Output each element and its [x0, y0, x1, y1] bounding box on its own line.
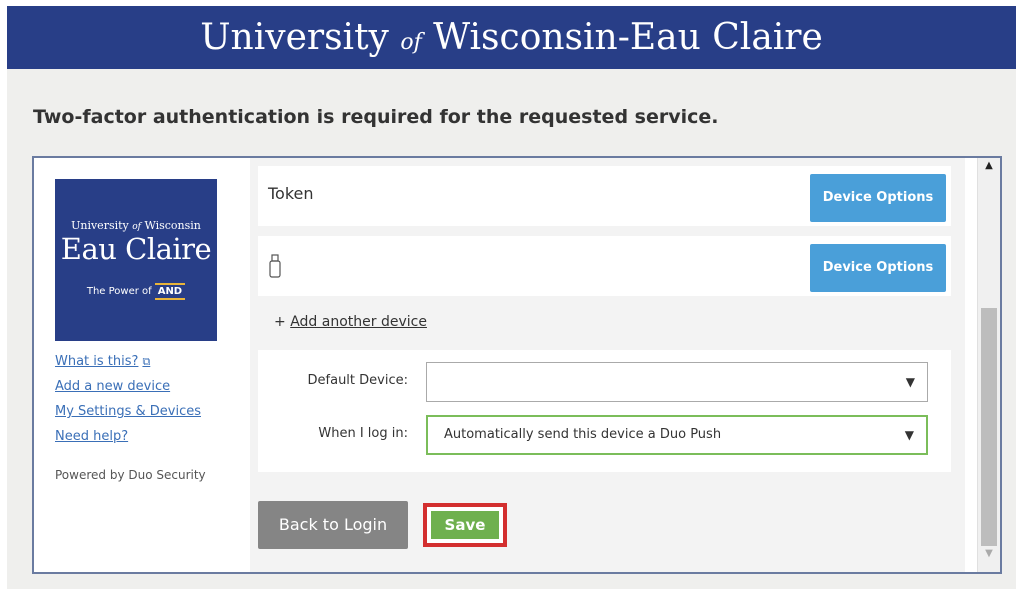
when-login-select[interactable]: Automatically send this device a Duo Pus… — [426, 415, 928, 455]
external-link-icon: ⧉ — [142, 355, 151, 368]
university-logo: University of Wisconsin Eau Claire The P… — [55, 179, 217, 341]
banner-title-of: of — [400, 30, 422, 55]
back-to-login-button[interactable]: Back to Login — [258, 501, 408, 549]
page-headline: Two-factor authentication is required fo… — [33, 106, 719, 128]
university-banner: University of Wisconsin-Eau Claire — [7, 6, 1016, 69]
add-new-device-link[interactable]: Add a new device — [55, 374, 201, 399]
logo-university: University — [71, 219, 129, 232]
logo-line-1: University of Wisconsin — [55, 219, 217, 232]
powered-by-duo: Powered by Duo Security — [55, 468, 206, 482]
sidebar-links: What is this? ⧉ Add a new device My Setti… — [55, 349, 201, 449]
what-is-this-label: What is this? — [55, 354, 139, 369]
vertical-scrollbar[interactable]: ▲ ▼ — [977, 158, 1000, 572]
save-highlight: Save — [423, 503, 507, 547]
device-options-button[interactable]: Device Options — [810, 244, 946, 292]
add-device-label: Add another device — [290, 314, 427, 330]
when-login-label: When I log in: — [318, 426, 408, 441]
add-device-plus: + — [274, 314, 286, 330]
what-is-this-link[interactable]: What is this? ⧉ — [55, 349, 201, 374]
logo-and: AND — [154, 283, 186, 300]
scroll-down-arrow-icon[interactable]: ▼ — [978, 548, 1000, 568]
when-login-value: Automatically send this device a Duo Pus… — [444, 427, 722, 442]
logo-wisconsin: Wisconsin — [144, 219, 201, 232]
save-button[interactable]: Save — [431, 511, 499, 539]
device-row-usb: Device Options — [258, 236, 951, 296]
add-another-device-link[interactable]: + Add another device — [274, 314, 427, 330]
my-settings-devices-link[interactable]: My Settings & Devices — [55, 399, 201, 424]
usb-key-icon — [268, 254, 282, 282]
logo-of: of — [132, 222, 141, 232]
scroll-up-arrow-icon[interactable]: ▲ — [978, 160, 1000, 180]
banner-title-end: Wisconsin-Eau Claire — [433, 17, 823, 58]
page-container: University of Wisconsin-Eau Claire Two-f… — [7, 6, 1016, 589]
device-row-token: Token Device Options — [258, 166, 951, 226]
logo-tagline: The Power of AND — [55, 283, 217, 300]
dropdown-arrow-icon: ▼ — [904, 428, 914, 442]
default-device-label: Default Device: — [307, 373, 408, 388]
default-device-select[interactable]: ▼ — [426, 362, 928, 402]
device-name: Token — [268, 184, 314, 203]
device-options-button[interactable]: Device Options — [810, 174, 946, 222]
device-preferences: Default Device: ▼ When I log in: Automat… — [258, 350, 951, 472]
banner-title-start: University — [200, 17, 389, 58]
device-settings-panel: Token Device Options Device Options + Ad… — [250, 158, 965, 572]
duo-frame: University of Wisconsin Eau Claire The P… — [32, 156, 1002, 574]
dropdown-arrow-icon: ▼ — [905, 375, 915, 389]
logo-tagline-text: The Power of — [86, 286, 152, 297]
scrollbar-thumb[interactable] — [981, 308, 997, 546]
need-help-link[interactable]: Need help? — [55, 424, 201, 449]
logo-eau-claire: Eau Claire — [60, 232, 212, 266]
